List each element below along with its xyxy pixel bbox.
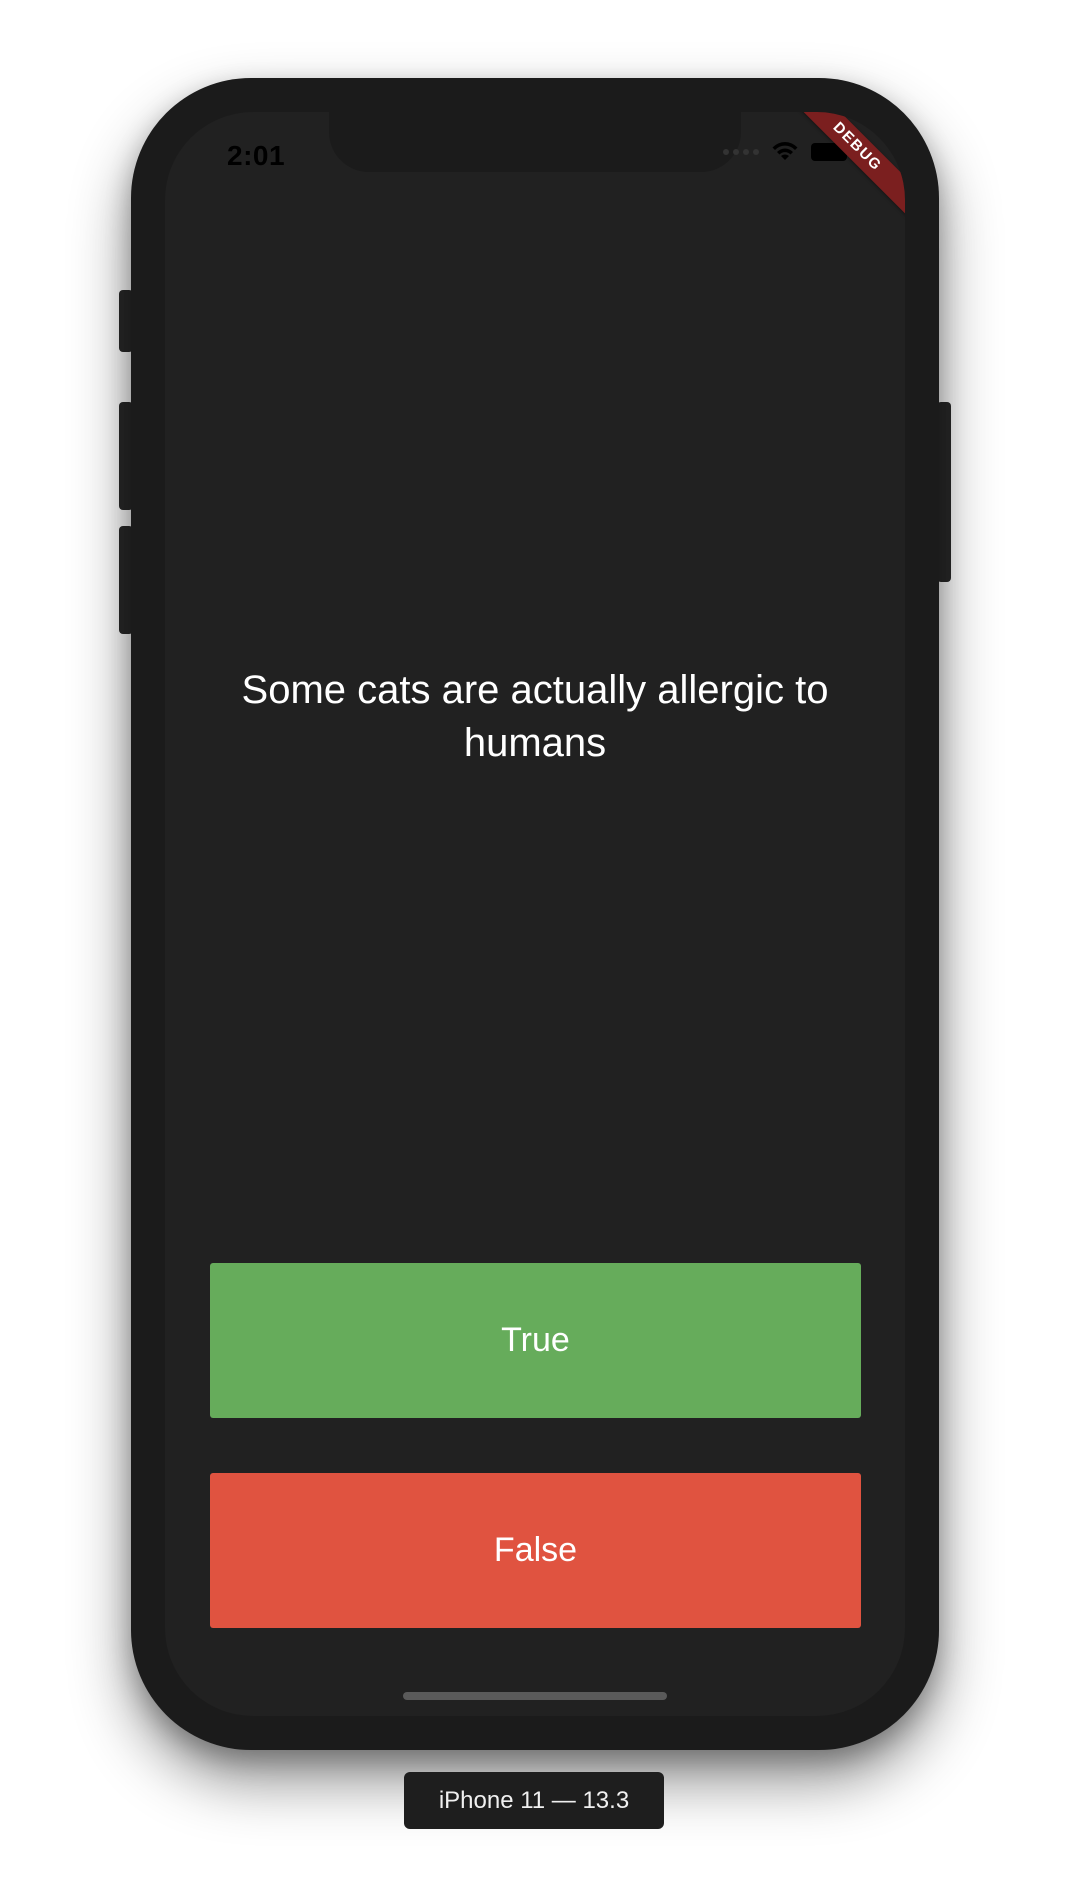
status-icons	[723, 142, 847, 162]
true-button-label: True	[501, 1321, 570, 1359]
cellular-signal-icon	[723, 149, 759, 155]
power-button	[937, 402, 951, 582]
home-indicator[interactable]	[403, 1692, 667, 1700]
false-button-label: False	[493, 1531, 578, 1569]
true-button[interactable]: True	[210, 1263, 861, 1418]
false-button[interactable]: False	[210, 1473, 861, 1628]
notch	[329, 112, 741, 172]
app-screen: 2:01 DEBUG Some cats are actually allerg…	[165, 112, 905, 1716]
question-text: Some cats are actually allergic to human…	[241, 668, 829, 765]
wifi-icon	[771, 142, 799, 162]
status-time: 2:01	[227, 140, 286, 171]
simulator-stage: 2:01 DEBUG Some cats are actually allerg…	[0, 0, 1070, 1900]
device-label: iPhone 11 — 13.3	[404, 1772, 664, 1829]
